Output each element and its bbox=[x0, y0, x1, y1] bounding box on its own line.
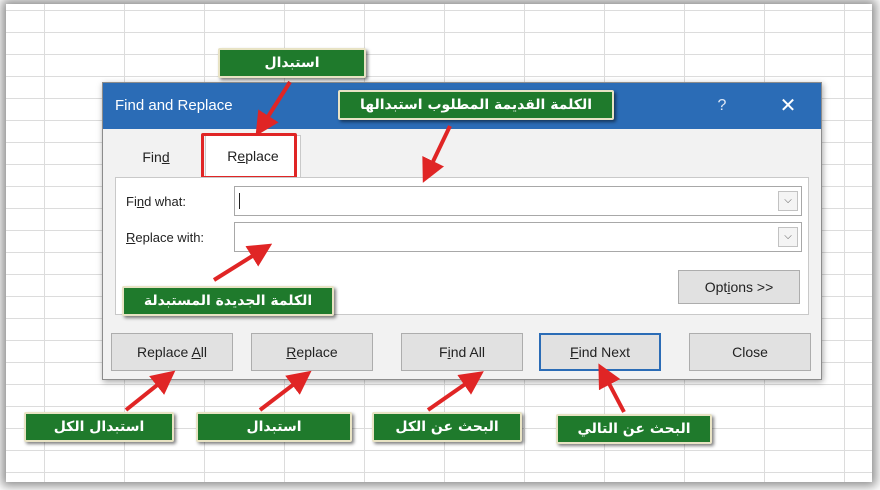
options-button[interactable]: Options >> bbox=[678, 270, 800, 304]
tab-replace[interactable]: Replace bbox=[205, 135, 301, 177]
callout-replace-all: استبدال الكل bbox=[24, 412, 174, 442]
text-cursor bbox=[239, 193, 240, 209]
callout-replace-tab: استبدال bbox=[218, 48, 366, 78]
callout-replace: استبدال bbox=[196, 412, 352, 442]
tab-find[interactable]: Find bbox=[131, 149, 181, 165]
help-button[interactable]: ? bbox=[707, 93, 737, 119]
callout-find-next: البحث عن التالي bbox=[556, 414, 712, 444]
callout-new-word: الكلمة الجديدة المستبدلة bbox=[122, 286, 334, 316]
find-what-input[interactable]: ⌵ bbox=[234, 186, 802, 216]
find-all-button[interactable]: Find All bbox=[401, 333, 523, 371]
callout-old-word: الكلمة القديمة المطلوب استبدالها bbox=[338, 90, 614, 120]
close-icon[interactable]: ✕ bbox=[773, 93, 803, 119]
close-button[interactable]: Close bbox=[689, 333, 811, 371]
find-replace-dialog: Find and Replace ? ✕ Find Replace Find w… bbox=[102, 82, 822, 380]
replace-with-dropdown-icon[interactable]: ⌵ bbox=[778, 227, 798, 247]
find-what-dropdown-icon[interactable]: ⌵ bbox=[778, 191, 798, 211]
replace-with-input[interactable]: ⌵ bbox=[234, 222, 802, 252]
replace-button[interactable]: Replace bbox=[251, 333, 373, 371]
dialog-title: Find and Replace bbox=[115, 97, 233, 114]
find-what-label: Find what: bbox=[126, 194, 186, 209]
find-next-button[interactable]: Find Next bbox=[539, 333, 661, 371]
callout-find-all: البحث عن الكل bbox=[372, 412, 522, 442]
replace-all-button[interactable]: Replace All bbox=[111, 333, 233, 371]
replace-with-label: Replace with: bbox=[126, 230, 205, 245]
